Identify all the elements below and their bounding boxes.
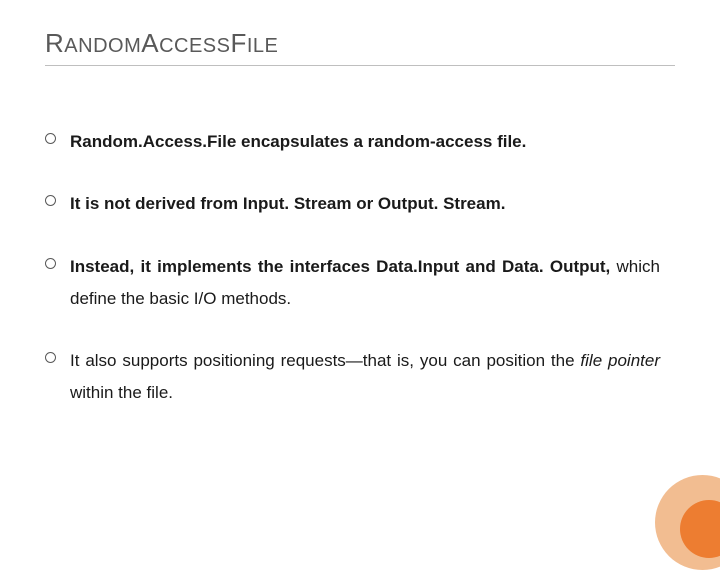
bullet-marker-icon <box>45 352 56 363</box>
text-segment: Random.Access.File encapsulates a random… <box>70 132 526 151</box>
bullet-text: It is not derived from Input. Stream or … <box>70 188 660 220</box>
title-part: A <box>141 28 159 58</box>
title-part: CCESS <box>159 35 230 57</box>
slide-title: RANDOMACCESSFILE <box>45 28 675 66</box>
bullet-text: Random.Access.File encapsulates a random… <box>70 126 660 158</box>
title-part: F <box>230 28 246 58</box>
title-part: ANDOM <box>64 35 141 57</box>
bullet-marker-icon <box>45 195 56 206</box>
bullet-item: It also supports positioning requests—th… <box>45 345 660 410</box>
text-segment: It also supports positioning requests—th… <box>70 351 580 370</box>
title-part: ILE <box>247 35 279 57</box>
text-segment: It is not derived from Input. Stream or … <box>70 194 505 213</box>
slide: RANDOMACCESSFILE Random.Access.File enca… <box>0 0 720 540</box>
bullet-text: Instead, it implements the interfaces Da… <box>70 251 660 316</box>
bullet-marker-icon <box>45 258 56 269</box>
bullet-item: It is not derived from Input. Stream or … <box>45 188 660 220</box>
slide-content: Random.Access.File encapsulates a random… <box>45 126 675 410</box>
text-segment: within the file. <box>70 383 173 402</box>
text-segment: file pointer <box>580 351 660 370</box>
text-segment: Instead, it implements the interfaces Da… <box>70 257 617 276</box>
bullet-item: Random.Access.File encapsulates a random… <box>45 126 660 158</box>
bullet-marker-icon <box>45 133 56 144</box>
bullet-item: Instead, it implements the interfaces Da… <box>45 251 660 316</box>
bullet-text: It also supports positioning requests—th… <box>70 345 660 410</box>
title-part: R <box>45 28 64 58</box>
